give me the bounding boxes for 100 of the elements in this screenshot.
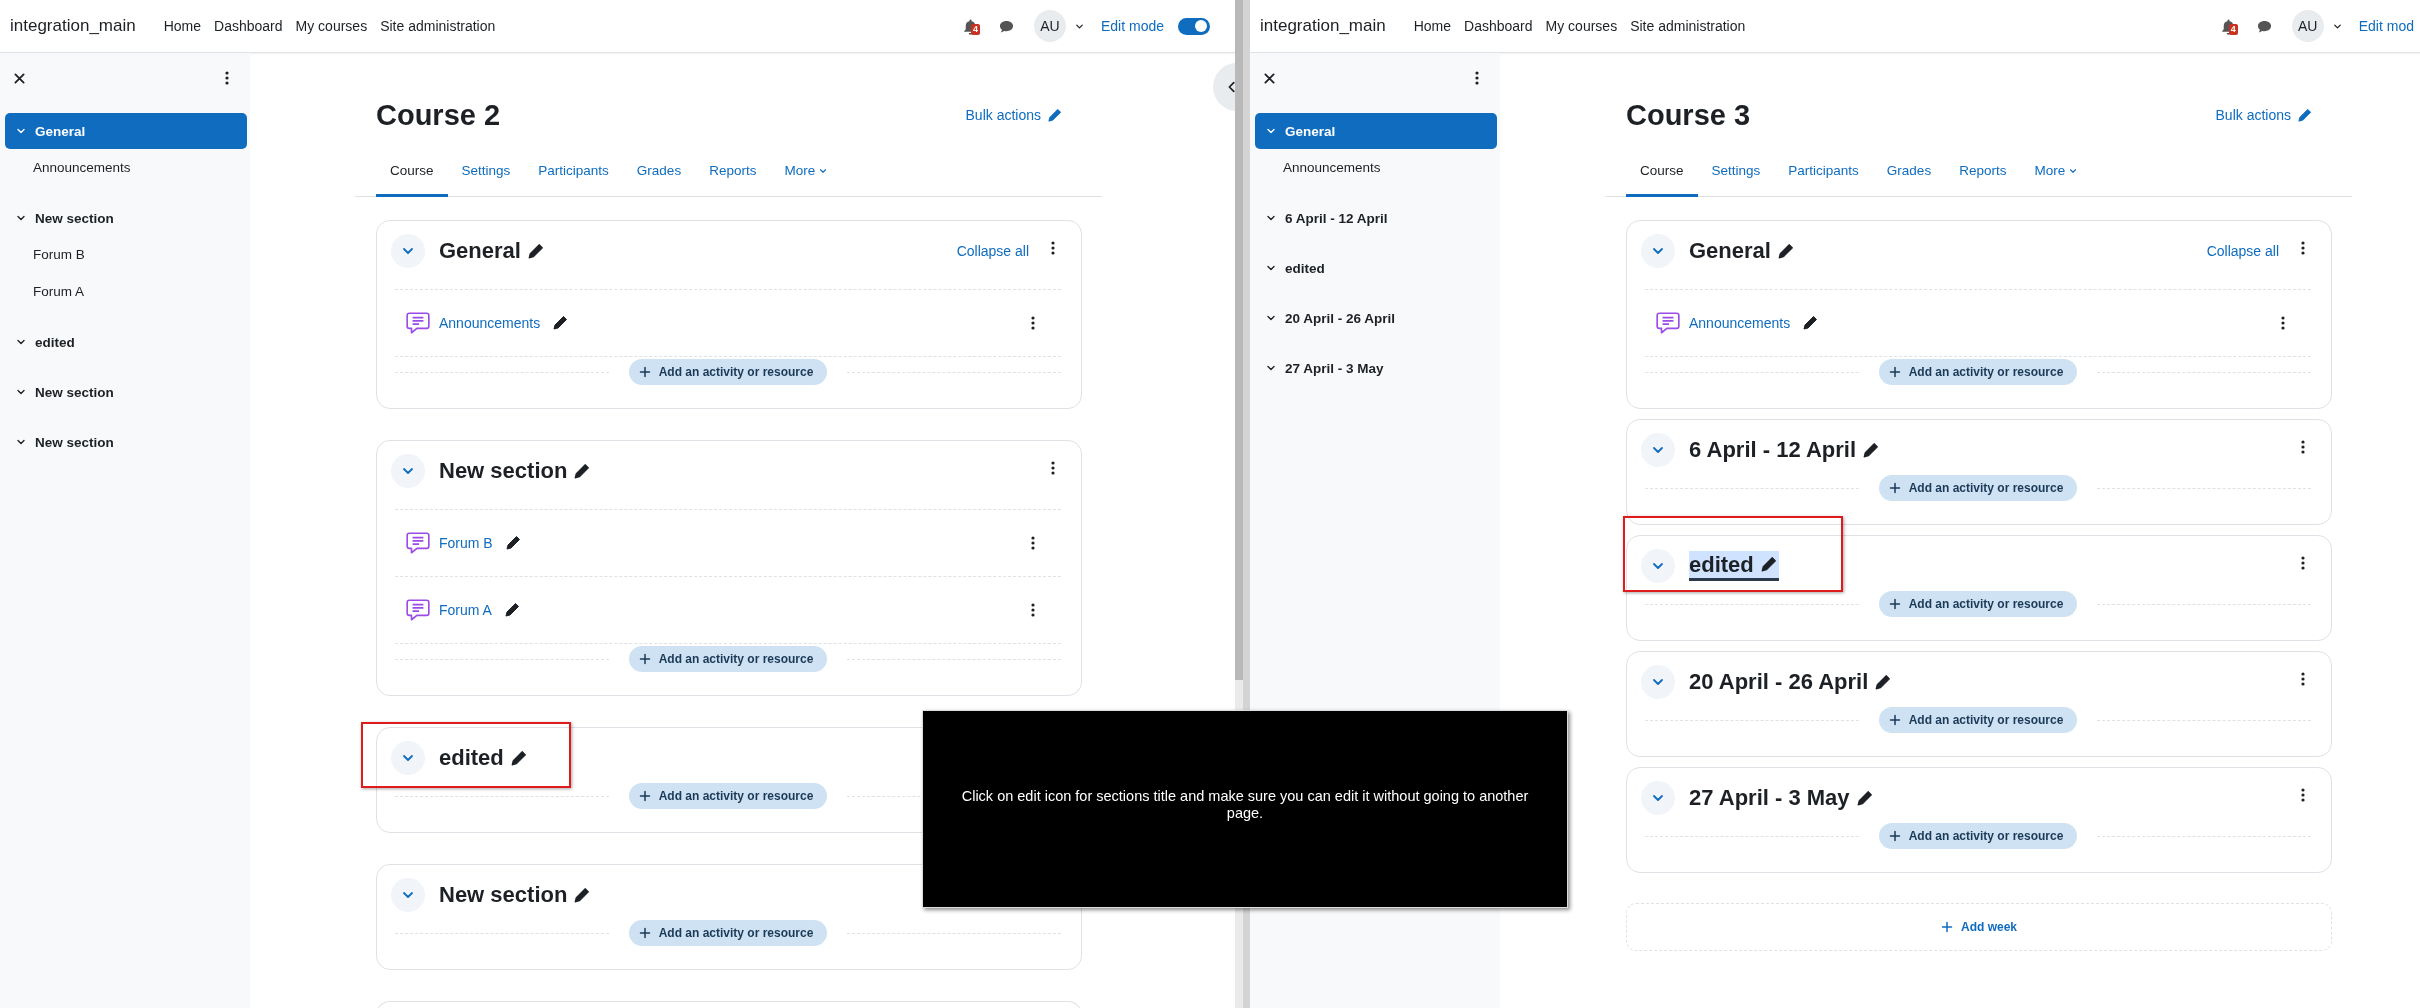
index-activity[interactable]: Announcements <box>1255 149 1497 186</box>
chat-icon[interactable] <box>998 18 1014 34</box>
nav-link[interactable]: My courses <box>295 18 368 34</box>
plus-icon <box>1888 598 1901 610</box>
index-section[interactable]: New section <box>5 374 247 410</box>
section-title: General <box>1689 238 1771 264</box>
title-input[interactable]: edited <box>1689 551 1779 581</box>
add-activity-button[interactable]: Add an activity or resource <box>1878 475 2078 501</box>
nav-tab[interactable]: Grades <box>1872 147 1946 197</box>
edit-mode-label[interactable]: Edit mode <box>1100 18 1164 34</box>
notification-badge: 4 <box>970 23 980 35</box>
user-avatar[interactable]: AU <box>1033 10 1066 42</box>
add-week-button[interactable]: Add week <box>1626 903 2332 951</box>
nav-link[interactable]: Site administration <box>380 18 496 34</box>
section-title: 27 April - 3 May <box>1689 785 1850 811</box>
bulk-actions-link[interactable]: Bulk actions <box>2215 107 2312 123</box>
collapse-button[interactable] <box>1641 433 1675 467</box>
nav-link[interactable]: Home <box>163 18 202 34</box>
collapse-button[interactable] <box>1641 781 1675 815</box>
add-activity-button[interactable]: Add an activity or resource <box>628 646 828 672</box>
index-section[interactable]: 27 April - 3 May <box>1255 350 1497 386</box>
add-activity-button[interactable]: Add an activity or resource <box>1878 359 2078 385</box>
nav-tab[interactable]: Participants <box>1774 147 1873 197</box>
collapse-button[interactable] <box>1641 234 1675 268</box>
collapse-button[interactable] <box>1641 665 1675 699</box>
activity-link[interactable]: Forum A <box>439 602 492 618</box>
forum-icon <box>405 530 431 556</box>
edit-icon[interactable] <box>504 535 521 551</box>
collapse-all-link[interactable]: Collapse all <box>2206 243 2279 259</box>
nav-link[interactable]: Dashboard <box>1464 18 1533 34</box>
activity-link[interactable]: Announcements <box>1689 315 1791 331</box>
edit-icon[interactable] <box>1862 441 1880 459</box>
edit-icon[interactable] <box>1855 789 1873 807</box>
nav-link[interactable]: My courses <box>1545 18 1618 34</box>
nav-tab[interactable]: Settings <box>447 147 525 197</box>
nav-link[interactable]: Home <box>1413 18 1452 34</box>
collapse-all-link[interactable]: Collapse all <box>956 243 1029 259</box>
index-activity[interactable]: Forum A <box>5 273 247 310</box>
edit-mode-label[interactable]: Edit mod <box>2358 18 2414 34</box>
chat-icon[interactable] <box>2256 18 2272 34</box>
edit-icon[interactable] <box>573 886 591 904</box>
close-icon[interactable] <box>14 72 25 84</box>
add-activity-button[interactable]: Add an activity or resource <box>1878 591 2078 617</box>
collapse-button[interactable] <box>391 234 425 268</box>
edit-icon[interactable] <box>552 315 569 331</box>
instruction-text: Click on edit icon for sections title and make sure you can edit it without going to another page. <box>960 788 1530 822</box>
index-section[interactable]: 6 April - 12 April <box>1255 200 1497 236</box>
edit-mode-toggle[interactable] <box>1178 17 1210 35</box>
activity-link[interactable]: Announcements <box>439 315 541 331</box>
collapse-button[interactable] <box>391 878 425 912</box>
nav-tab[interactable]: Reports <box>695 147 771 197</box>
add-activity-button[interactable]: Add an activity or resource <box>628 359 828 385</box>
index-section[interactable]: General <box>1255 113 1497 149</box>
edit-icon[interactable] <box>573 462 591 480</box>
add-activity-button[interactable]: Add an activity or resource <box>1878 707 2078 733</box>
more-menu-tab[interactable]: More <box>770 147 843 197</box>
index-activity[interactable]: Forum B <box>5 236 247 273</box>
site-name[interactable]: integration_main <box>10 16 136 36</box>
nav-link[interactable]: Site administration <box>1630 18 1746 34</box>
index-section[interactable]: edited <box>5 324 247 360</box>
section-title: 6 April - 12 April <box>1689 437 1857 463</box>
index-section[interactable]: General <box>5 113 247 149</box>
index-section[interactable]: New section <box>5 424 247 460</box>
nav-tab[interactable]: Course <box>376 147 448 197</box>
plus-icon <box>638 927 651 939</box>
edit-icon[interactable] <box>1776 242 1794 260</box>
index-section[interactable]: New section <box>5 200 247 236</box>
plus-icon <box>1888 830 1901 842</box>
edit-icon[interactable] <box>1802 315 1819 331</box>
edit-icon[interactable] <box>526 242 544 260</box>
user-avatar[interactable]: AU <box>2291 10 2324 42</box>
add-activity-button[interactable]: Add an activity or resource <box>628 920 828 946</box>
nav-tab[interactable]: Course <box>1626 147 1698 197</box>
collapse-button[interactable] <box>391 454 425 488</box>
more-menu-tab[interactable]: More <box>2020 147 2093 197</box>
nav-tab[interactable]: Reports <box>1945 147 2021 197</box>
collapse-button[interactable] <box>391 741 425 775</box>
nav-tab[interactable]: Grades <box>622 147 696 197</box>
nav-link[interactable]: Dashboard <box>214 18 283 34</box>
bulk-actions-link[interactable]: Bulk actions <box>965 107 1062 123</box>
scrollbar[interactable] <box>1235 0 1243 680</box>
nav-tab[interactable]: Participants <box>524 147 623 197</box>
edit-icon[interactable] <box>509 749 527 767</box>
collapse-button[interactable] <box>1641 549 1675 583</box>
plus-icon <box>1888 482 1901 494</box>
section-title: General <box>439 238 521 264</box>
close-icon[interactable] <box>1264 72 1275 84</box>
edit-icon[interactable] <box>1874 673 1892 691</box>
edit-icon[interactable] <box>503 602 520 618</box>
activity-link[interactable]: Forum B <box>439 535 493 551</box>
site-name[interactable]: integration_main <box>1260 16 1386 36</box>
add-activity-button[interactable]: Add an activity or resource <box>1878 823 2078 849</box>
plus-icon <box>1888 366 1901 378</box>
index-activity[interactable]: Announcements <box>5 149 247 186</box>
add-activity-button[interactable]: Add an activity or resource <box>628 783 828 809</box>
edit-icon[interactable] <box>1759 556 1777 573</box>
nav-tab[interactable]: Settings <box>1697 147 1775 197</box>
index-section[interactable]: 20 April - 26 April <box>1255 300 1497 336</box>
section-title: edited <box>439 745 504 771</box>
index-section[interactable]: edited <box>1255 250 1497 286</box>
